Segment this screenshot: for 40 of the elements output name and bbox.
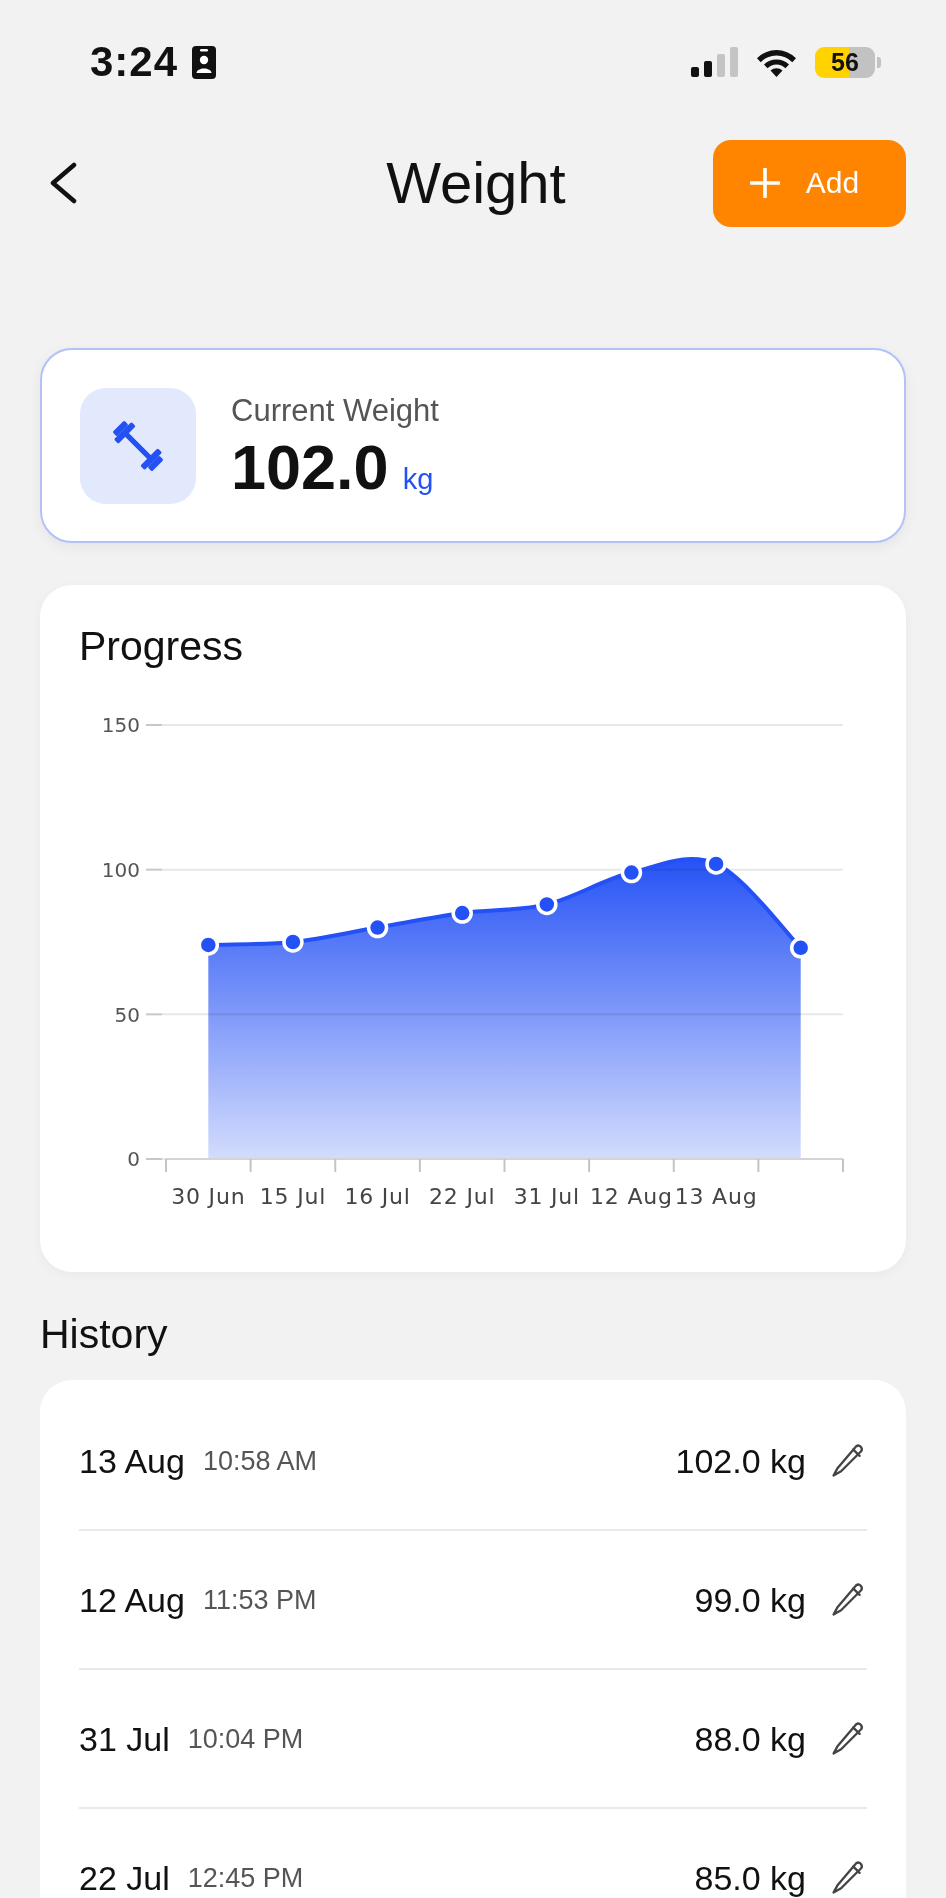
- data-point: [705, 853, 727, 875]
- signal-icon: [691, 47, 738, 77]
- entry-weight: 85.0 kg: [694, 1860, 806, 1895]
- entry-date: 22 Jul: [79, 1860, 170, 1895]
- entry-date: 13 Aug: [79, 1443, 185, 1478]
- current-weight-value: 102.0: [231, 433, 389, 500]
- axis-label: 31 Jul: [513, 1183, 580, 1209]
- wifi-icon: [756, 47, 797, 77]
- axis-label: 16 Jul: [344, 1183, 411, 1209]
- axis-label: 30 Jun: [171, 1183, 246, 1209]
- entry-time: 11:53 PM: [202, 1584, 317, 1615]
- data-point: [451, 902, 473, 924]
- back-icon: [48, 162, 78, 204]
- add-button[interactable]: Add: [713, 139, 906, 227]
- entry-weight: 102.0 kg: [675, 1443, 806, 1478]
- data-point: [282, 931, 304, 953]
- entry-date: 31 Jul: [79, 1721, 170, 1756]
- axis-label: 22 Jul: [429, 1183, 496, 1209]
- entry-time: 12:45 PM: [187, 1862, 304, 1893]
- entry-time: 10:58 AM: [202, 1445, 317, 1476]
- history-title: History: [40, 1310, 168, 1358]
- id-badge-icon: [192, 45, 217, 79]
- axis-label: 150: [101, 713, 140, 738]
- entry-date: 12 Aug: [79, 1582, 185, 1617]
- axis-label: 15 Jul: [259, 1183, 327, 1209]
- dumbbell-icon: [80, 387, 196, 504]
- axis-label: 12 Aug: [590, 1183, 673, 1209]
- axis-label: 13 Aug: [674, 1183, 758, 1209]
- entry-weight: 99.0 kg: [694, 1582, 806, 1617]
- page-title: Weight: [386, 149, 566, 218]
- status-time: 3:24: [90, 41, 179, 83]
- entry-time: 10:04 PM: [187, 1723, 304, 1754]
- axis-label: 0: [127, 1147, 140, 1172]
- progress-title: Progress: [79, 622, 244, 670]
- weight-unit: kg: [402, 462, 434, 496]
- entry-weight: 88.0 kg: [694, 1721, 806, 1756]
- axis-label: 100: [101, 857, 140, 882]
- current-weight-label: Current Weight: [231, 391, 439, 430]
- plus-icon: [749, 168, 780, 198]
- axis-label: 50: [114, 1002, 140, 1027]
